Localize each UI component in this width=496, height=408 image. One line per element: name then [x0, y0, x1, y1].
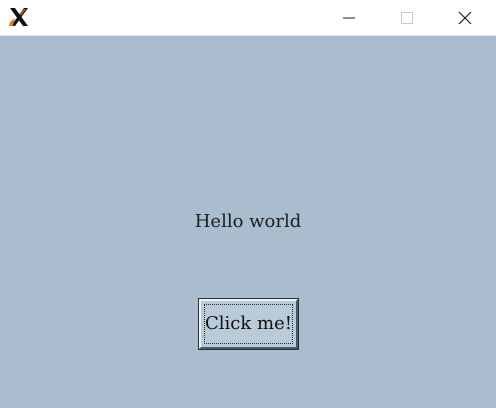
- maximize-icon: [401, 12, 413, 24]
- application-window: Hello world Click me!: [0, 0, 496, 408]
- minimize-button[interactable]: [320, 0, 378, 36]
- minimize-icon: [343, 17, 355, 19]
- hello-message: Hello world: [194, 211, 302, 232]
- title-bar[interactable]: [0, 0, 496, 36]
- click-me-button[interactable]: Click me!: [198, 298, 299, 350]
- x-window-system-icon: [8, 6, 30, 28]
- window-controls: [320, 0, 496, 36]
- close-button[interactable]: [436, 0, 494, 36]
- close-icon: [458, 11, 472, 25]
- click-me-button-label: Click me!: [204, 304, 293, 344]
- client-area: Hello world Click me!: [0, 36, 496, 408]
- maximize-button[interactable]: [378, 0, 436, 36]
